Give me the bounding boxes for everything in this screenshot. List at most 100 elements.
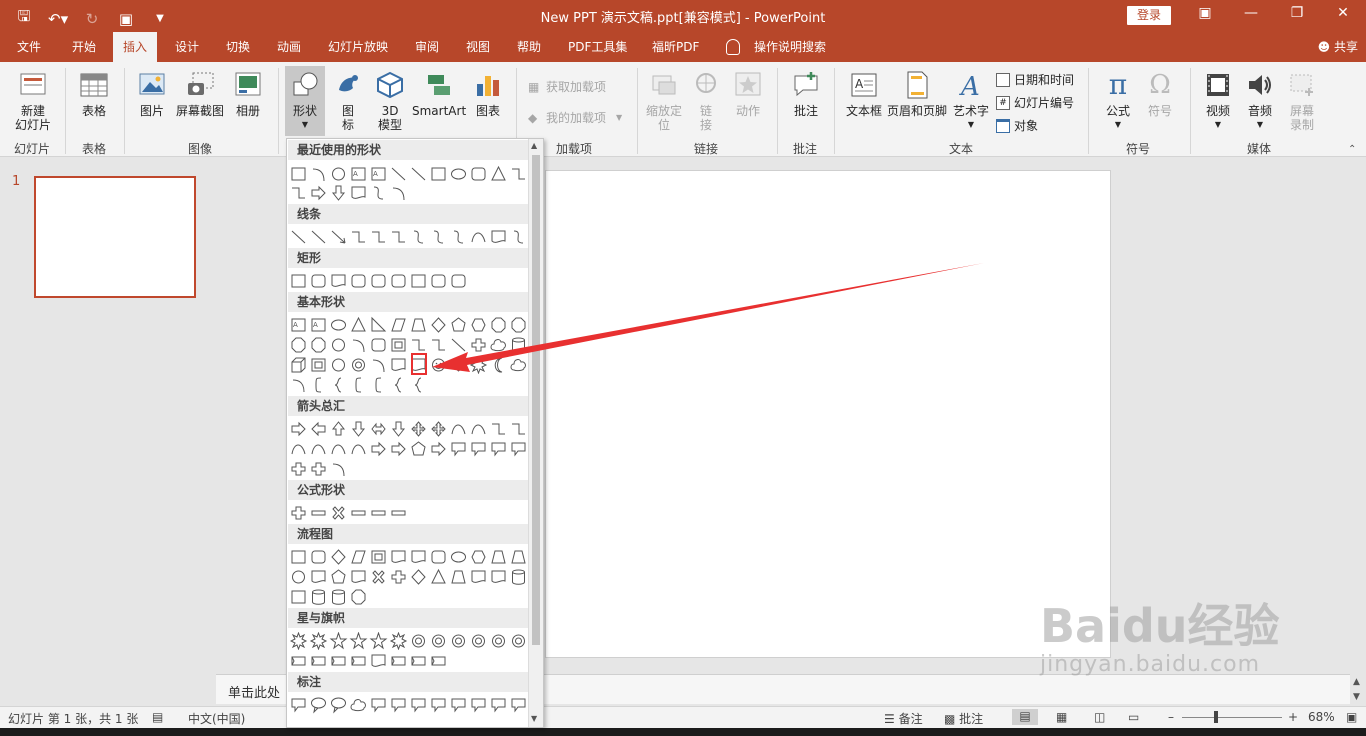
shape-seal-icon[interactable]: [512, 634, 525, 648]
shape-seal-icon[interactable]: [492, 634, 505, 648]
zoom-level[interactable]: 68%: [1308, 710, 1335, 724]
shape-curve-icon[interactable]: [451, 424, 466, 435]
shape-quad-icon[interactable]: [411, 421, 426, 437]
shape-trap-icon[interactable]: [411, 318, 426, 332]
shape-curve-icon[interactable]: [471, 424, 486, 435]
shape-doc-icon[interactable]: [491, 230, 506, 243]
screen-recording-button[interactable]: 屏幕 录制: [1282, 70, 1322, 132]
shape-can-icon[interactable]: [512, 337, 525, 353]
shape-callout-icon[interactable]: [411, 698, 426, 713]
shape-line-icon[interactable]: [391, 167, 406, 181]
symbol-button[interactable]: Ω 符号: [1140, 70, 1180, 118]
object-button[interactable]: 对象: [996, 117, 1038, 134]
header-footer-button[interactable]: 页眉和页脚: [886, 70, 948, 118]
shape-doc-icon[interactable]: [391, 358, 406, 371]
shape-callout-icon[interactable]: [371, 698, 386, 713]
shape-curve-icon[interactable]: [471, 232, 486, 243]
tab-slideshow[interactable]: 幻灯片放映: [318, 32, 398, 62]
shape-burst-icon[interactable]: [290, 632, 308, 650]
shape-rrect-icon[interactable]: [451, 274, 466, 288]
shape-tri-icon[interactable]: [491, 165, 506, 181]
shape-rarrow-icon[interactable]: [391, 441, 406, 457]
shape-arc-icon[interactable]: [292, 379, 305, 393]
shape-trap-icon[interactable]: [511, 550, 526, 564]
audio-button[interactable]: 音频 ▼: [1240, 70, 1280, 132]
zoom-slider[interactable]: [1182, 717, 1282, 718]
tab-pdf-tools[interactable]: PDF工具集: [558, 32, 637, 62]
shape-callout-icon[interactable]: [511, 442, 526, 457]
shape-heart-icon[interactable]: [451, 358, 466, 372]
shape-octagon-icon[interactable]: [311, 337, 326, 353]
shape-ocallout-icon[interactable]: [311, 697, 326, 714]
shape-octagon-icon[interactable]: [291, 337, 306, 353]
shape-elbow-icon[interactable]: [432, 339, 445, 351]
shape-row[interactable]: [290, 696, 530, 714]
vertical-scrollbar[interactable]: ▲ ▼: [1350, 157, 1366, 706]
wordart-button[interactable]: A 艺术字 ▼: [950, 70, 992, 132]
shape-rrect-icon[interactable]: [471, 167, 486, 181]
shape-text-icon[interactable]: A: [311, 318, 326, 332]
shape-doc-icon[interactable]: [351, 186, 366, 199]
shape-larrow-icon[interactable]: [311, 421, 326, 437]
video-button[interactable]: 视频 ▼: [1198, 70, 1238, 132]
shape-burst-icon[interactable]: [469, 356, 488, 374]
shape-seal-icon[interactable]: [432, 634, 445, 648]
smartart-button[interactable]: SmartArt: [412, 70, 466, 118]
shape-brace-icon[interactable]: [394, 377, 402, 393]
shape-star-icon[interactable]: [369, 632, 388, 650]
normal-view-icon[interactable]: ▤: [1012, 709, 1038, 725]
shape-doc-icon[interactable]: [391, 550, 406, 563]
shape-line-icon[interactable]: [311, 230, 326, 244]
shape-banner-icon[interactable]: [411, 656, 426, 666]
shape-octagon-icon[interactable]: [351, 589, 366, 605]
shape-pent-icon[interactable]: [331, 569, 346, 584]
shape-lrarrow-icon[interactable]: [371, 422, 386, 436]
shape-burst-icon[interactable]: [309, 632, 328, 650]
shape-darrow-icon[interactable]: [331, 185, 346, 201]
shape-row[interactable]: [290, 356, 530, 374]
shape-frame-icon[interactable]: [311, 358, 326, 372]
shape-banner-icon[interactable]: [351, 656, 366, 666]
shape-ocallout-icon[interactable]: [331, 697, 346, 714]
scroll-up-icon[interactable]: ▲: [1353, 677, 1360, 687]
shape-plus-icon[interactable]: [471, 338, 486, 352]
shape-scurve-icon[interactable]: [433, 230, 444, 244]
tell-me-search[interactable]: 操作说明搜索: [744, 32, 836, 62]
notes-toggle[interactable]: ☰ 备注: [884, 710, 923, 727]
shape-row[interactable]: [290, 632, 530, 650]
shape-rrect-icon[interactable]: [311, 274, 326, 288]
shape-para-icon[interactable]: [351, 550, 366, 564]
tab-animations[interactable]: 动画: [267, 32, 311, 62]
gallery-scrollbar[interactable]: ▲ ▼: [528, 139, 543, 727]
shape-doc-icon[interactable]: [491, 570, 506, 583]
shape-oval-icon[interactable]: [451, 168, 466, 180]
shape-can-icon[interactable]: [512, 569, 525, 585]
slide-number-button[interactable]: # 幻灯片编号: [996, 94, 1074, 111]
shape-scurve-icon[interactable]: [373, 186, 384, 200]
shape-seal-icon[interactable]: [412, 634, 425, 648]
shape-cloud-icon[interactable]: [490, 339, 506, 352]
shapes-button[interactable]: 形状 ▼: [285, 66, 325, 136]
shape-rrect-icon[interactable]: [431, 274, 446, 288]
shape-rrect-icon[interactable]: [431, 550, 446, 564]
my-addins-button[interactable]: ◆ 我的加载项 ▼: [528, 109, 622, 126]
gallery-scroll-up-icon[interactable]: ▲: [531, 141, 537, 150]
chart-button[interactable]: 图表: [470, 70, 506, 118]
shape-rarrow-icon[interactable]: [291, 421, 306, 437]
shape-row[interactable]: [290, 504, 530, 522]
shape-seal-icon[interactable]: [472, 634, 485, 648]
language-indicator[interactable]: 中文(中国): [188, 710, 245, 727]
shape-frame-icon[interactable]: [371, 550, 386, 564]
shape-diamond-icon[interactable]: [411, 569, 426, 585]
shape-callout-icon[interactable]: [511, 698, 526, 713]
shape-doc-icon[interactable]: [351, 570, 366, 583]
shape-cube-icon[interactable]: [291, 357, 306, 373]
login-button[interactable]: 登录: [1127, 6, 1171, 25]
scroll-down-icon[interactable]: ▼: [1353, 692, 1360, 702]
link-button[interactable]: 链 接: [690, 70, 722, 132]
fit-to-window-icon[interactable]: ▣: [1346, 710, 1357, 724]
icons-button[interactable]: 图 标: [330, 70, 366, 132]
shape-trap-icon[interactable]: [451, 570, 466, 584]
shape-arc-icon[interactable]: [392, 187, 405, 201]
shape-circle-icon[interactable]: [292, 570, 305, 584]
